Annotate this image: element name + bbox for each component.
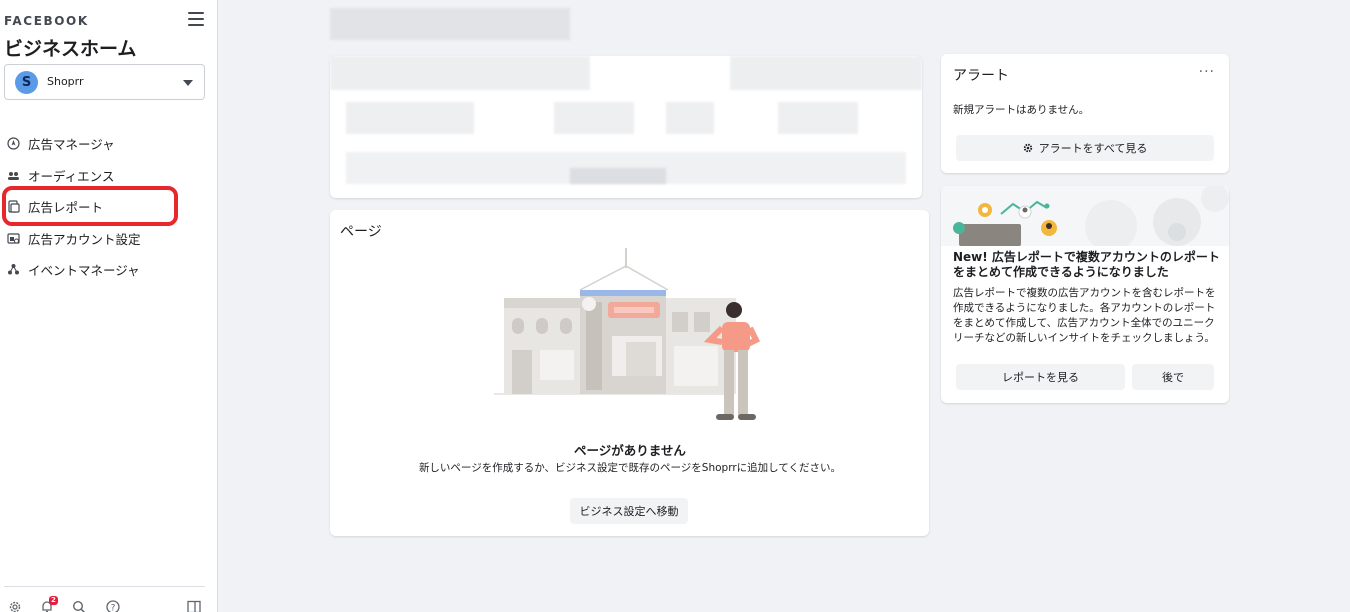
sidebar-item-ads-manager[interactable]: 広告マネージャ [0,128,218,160]
promo-headline: New! 広告レポートで複数アカウントのレポートをまとめて作成できるようになりま… [953,250,1220,279]
alerts-card: アラート ··· 新規アラートはありません。 アラートをすべて見る [941,54,1229,173]
promo-card: New! 広告レポートで複数アカウントのレポートをまとめて作成できるようになりま… [941,186,1229,403]
sidebar-item-label: 広告アカウント設定 [28,231,141,247]
later-button[interactable]: 後で [1132,364,1214,390]
blurred-block [730,56,922,90]
sidebar-item-label: 広告レポート [28,200,104,216]
blurred-block [346,102,474,134]
search-icon[interactable] [72,599,86,612]
sidebar-item-events-manager[interactable]: イベントマネージャ [0,254,218,286]
sidebar-item-audience[interactable]: オーディエンス [0,160,218,192]
gear-icon[interactable] [8,599,22,612]
pages-card-title: ページ [340,224,382,240]
notification-badge: 2 [49,596,58,605]
empty-state-description: 新しいページを作成するか、ビジネス設定で既存のページをShoprrに追加してくだ… [418,462,842,474]
sidebar-item-ad-reports[interactable]: 広告レポート [0,191,218,223]
blurred-block [778,102,858,134]
blurred-block [330,56,590,90]
ads-manager-icon [7,137,20,150]
alerts-card-title: アラート [953,68,1009,84]
sidebar-item-label: 広告マネージャ [28,137,115,153]
pages-card: ページ ページがありません 新しいページを作成するか、ビジネス設定で既存のページ… [330,210,929,536]
more-options-icon[interactable]: ··· [1199,64,1215,80]
blurred-header [330,8,570,40]
blurred-block [666,102,714,134]
view-all-alerts-label: アラートをすべて見る [1038,142,1148,155]
audience-icon [7,169,20,182]
panel-toggle-icon[interactable] [187,599,201,612]
events-manager-icon [7,263,20,276]
go-to-business-settings-button[interactable]: ビジネス設定へ移動 [570,498,688,524]
blurred-block [570,168,666,184]
svg-text:?: ? [111,604,116,612]
reports-illustration [941,186,1229,246]
avatar: S [15,71,38,94]
chevron-down-icon [183,80,193,86]
empty-state-title: ページがありません [574,443,686,458]
sidebar-nav: 広告マネージャ オーディエンス 広告レポート 広告アカウント設定 イベントマネー… [0,128,218,286]
blurred-summary-card [330,56,922,198]
sidebar-item-ad-account-settings[interactable]: 広告アカウント設定 [0,223,218,255]
bell-icon[interactable]: 2 [40,596,58,612]
page-title: ビジネスホーム [4,38,137,60]
blurred-block [554,102,634,134]
account-selector[interactable]: S Shoprr [4,64,205,100]
view-all-alerts-button[interactable]: アラートをすべて見る [956,135,1214,161]
ad-account-settings-icon [7,232,20,245]
sidebar-item-label: イベントマネージャ [28,263,140,279]
menu-icon[interactable] [188,12,204,26]
help-icon[interactable]: ? [106,599,120,612]
sidebar-footer: 2 ? [4,586,205,612]
brand-logo: FACEBOOK [4,14,89,28]
gear-icon [1023,143,1032,153]
account-name: Shoprr [47,75,84,88]
promo-body: 広告レポートで複数の広告アカウントを含むレポートを作成できるようになりました。各… [953,287,1216,344]
sidebar: FACEBOOK ビジネスホーム S Shoprr 広告マネージャ オーディエン… [0,0,218,612]
alerts-empty-text: 新規アラートはありません。 [953,104,1090,116]
storefront-illustration [494,248,761,420]
view-report-button[interactable]: レポートを見る [956,364,1125,390]
sidebar-item-label: オーディエンス [28,168,115,184]
ad-reports-icon [7,200,20,213]
